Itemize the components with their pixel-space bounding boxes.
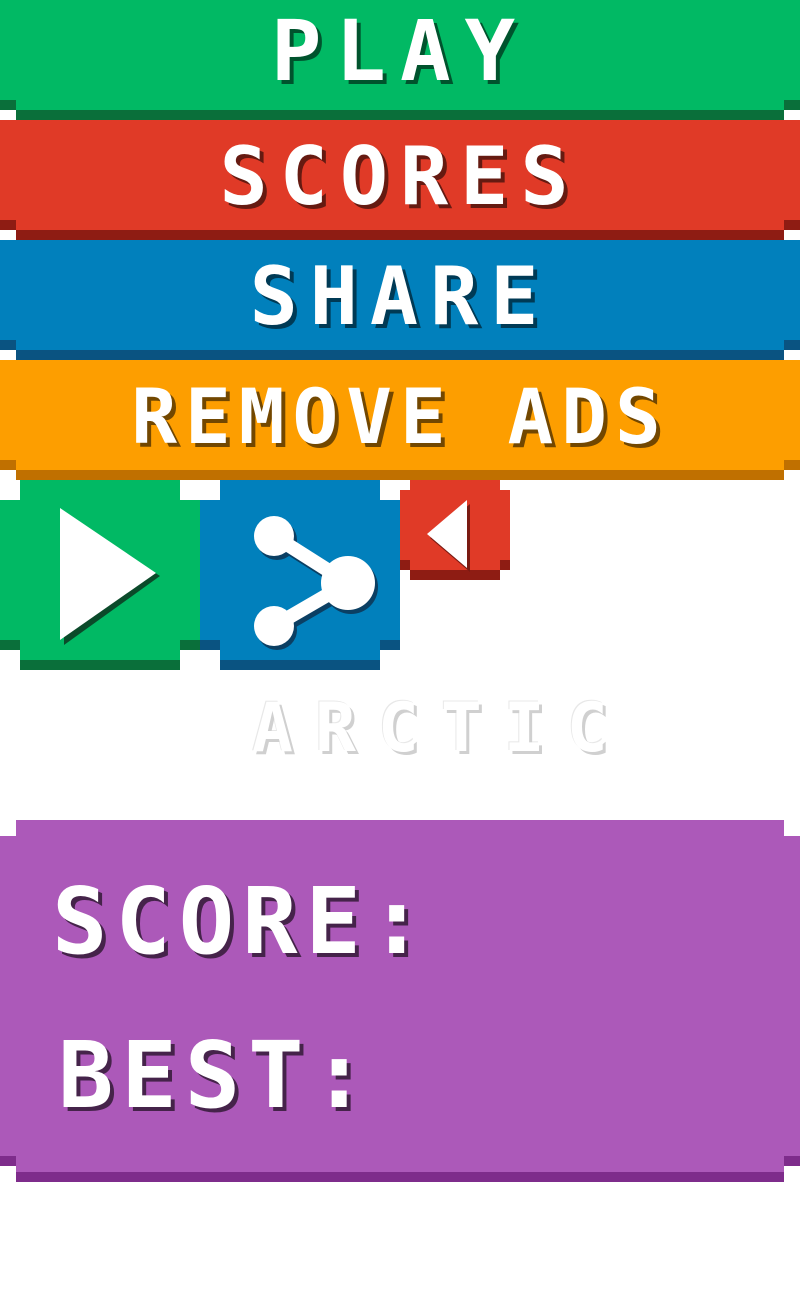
share-bar-lip-shadow: [16, 350, 784, 360]
play-icon: [60, 508, 160, 645]
play-bar-lip-shadow: [16, 110, 784, 120]
share-button-label[interactable]: SHARE: [0, 252, 800, 342]
play-bar-corner-right: [784, 100, 800, 110]
play-tile-button[interactable]: [0, 480, 200, 690]
back-tile-button[interactable]: [400, 480, 510, 600]
share-tile-button[interactable]: [200, 480, 400, 690]
remove-ads-button-label[interactable]: REMOVE ADS: [0, 372, 800, 462]
remove-ads-bar-lip-shadow: [16, 470, 784, 480]
play-bar[interactable]: PLAY: [0, 0, 800, 120]
scores-button-label[interactable]: SCORES: [0, 132, 800, 222]
score-panel-lip-shadow: [16, 1172, 784, 1182]
faint-label: ARCTIC: [252, 694, 742, 764]
scores-bar-lip-shadow: [16, 230, 784, 240]
scores-bar[interactable]: SCORES: [0, 120, 800, 240]
score-panel-top: [16, 820, 784, 836]
score-panel-lip-face: [16, 1156, 784, 1172]
score-panel-corner-right: [784, 1156, 800, 1166]
score-panel: SCORE: BEST:: [0, 820, 800, 1182]
remove-ads-bar[interactable]: REMOVE ADS: [0, 360, 800, 480]
play-button-label[interactable]: PLAY: [0, 6, 800, 96]
faint-label-text: ARCTIC: [252, 689, 630, 768]
play-bar-corner-left: [0, 100, 16, 110]
back-icon: [427, 500, 470, 572]
share-icon: [254, 516, 378, 650]
score-label: SCORE:: [52, 868, 433, 975]
share-bar[interactable]: SHARE: [0, 240, 800, 360]
play-bar-lip-face: [16, 100, 784, 110]
score-panel-corner-left: [0, 1156, 16, 1166]
best-label: BEST:: [58, 1022, 375, 1129]
